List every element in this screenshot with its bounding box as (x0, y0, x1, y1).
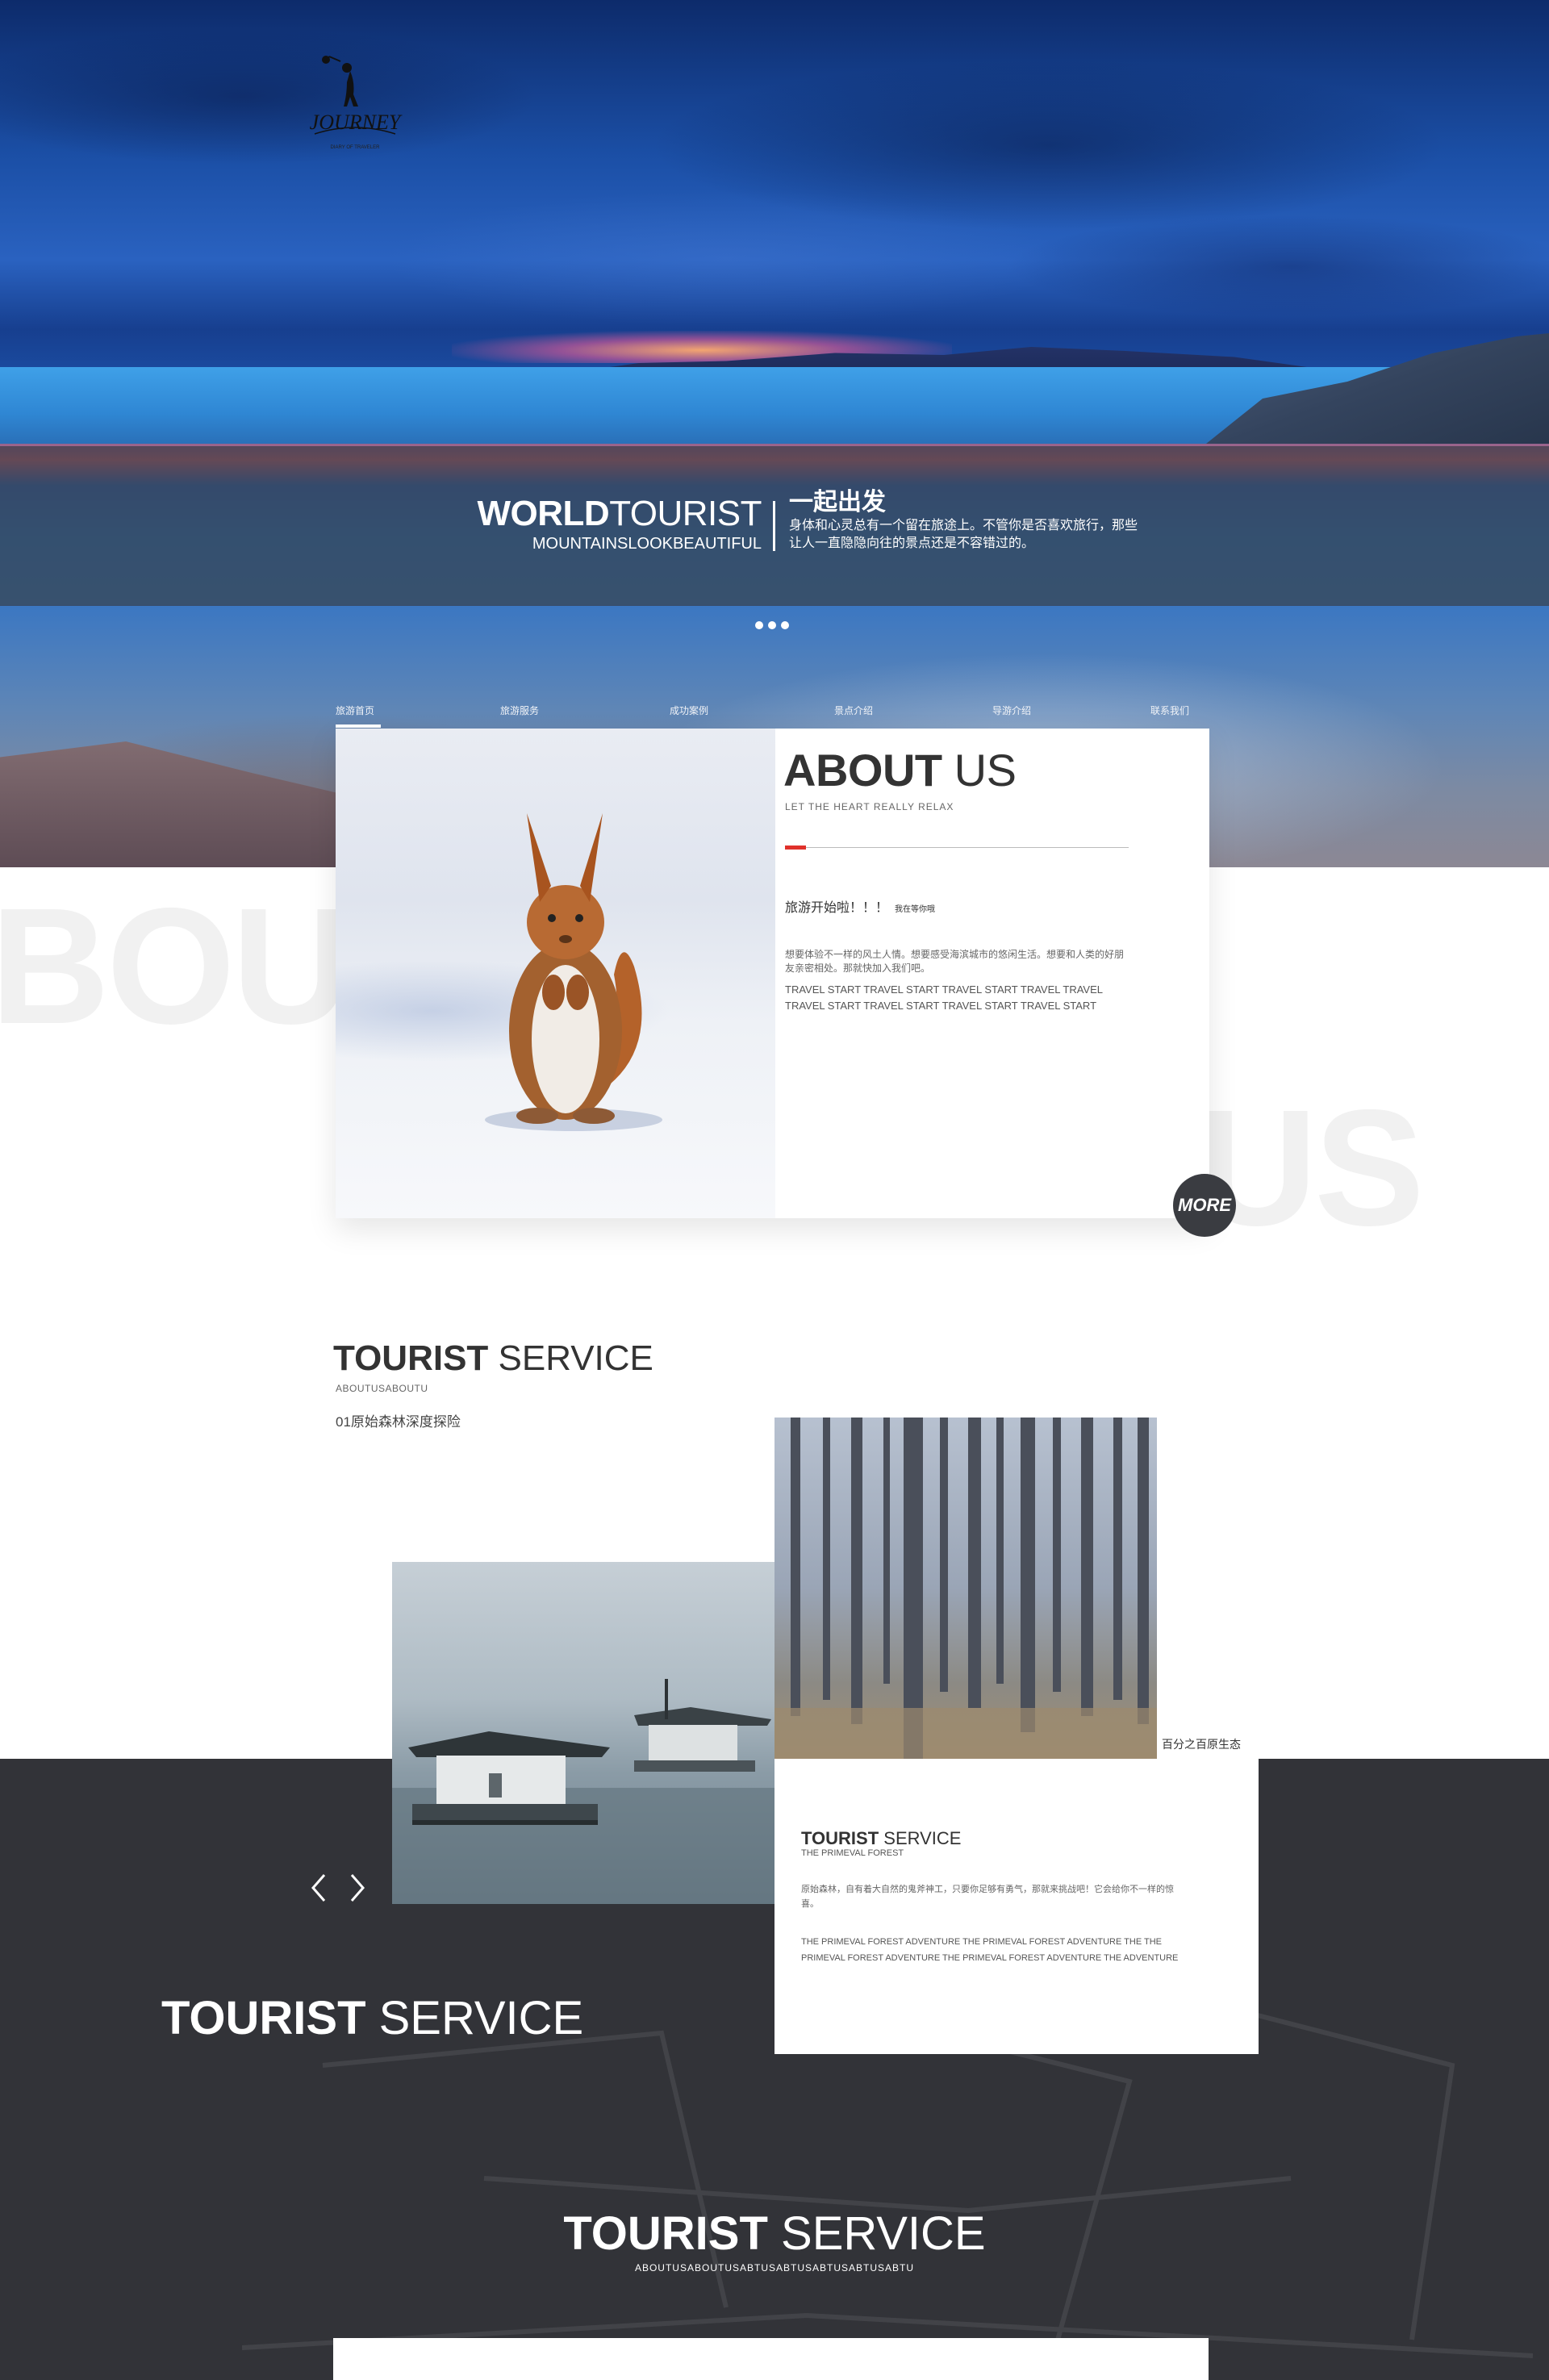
info-card-title-light: SERVICE (879, 1828, 962, 1848)
dark-title-2-light: SERVICE (767, 2207, 986, 2260)
about-heading-small: 我在等你哦 (895, 905, 936, 914)
more-button[interactable]: MORE (1173, 1174, 1236, 1237)
logo-tagline: DIARY OF TRAVELER (331, 145, 381, 150)
squirrel-photo (336, 729, 775, 1218)
next-arrow-button[interactable] (345, 1872, 370, 1904)
nav-item-contact[interactable]: 联系我们 (1150, 704, 1189, 717)
tourist-service-title-bold: TOURIST (333, 1338, 489, 1378)
nav-item-guides[interactable]: 导游介绍 (992, 704, 1031, 717)
about-title-bold: ABOUT (783, 745, 942, 795)
main-nav: 旅游首页 旅游服务 成功案例 景点介绍 导游介绍 联系我们 (336, 704, 1207, 728)
info-card-title: TOURIST SERVICE (801, 1828, 961, 1849)
slogan-cn-title: 一起出发 (789, 489, 886, 516)
dark-section-subtitle: ABOUTUSABOUTUSABTUSABTUSABTUSABTUSABTU (634, 2262, 915, 2274)
tourist-service-subtitle: ABOUTUSABOUTU (336, 1383, 428, 1394)
slogan-title: WORLDTOURIST (478, 495, 762, 533)
info-card-text-en: THE PRIMEVAL FOREST ADVENTURE THE PRIMEV… (801, 1937, 1179, 1963)
forest-caption: 百分之百原生态 (1162, 1738, 1241, 1751)
bg-word-right: US (1198, 1075, 1425, 1260)
lake-photo (392, 1562, 774, 1904)
nav-item-attractions[interactable]: 景点介绍 (834, 704, 873, 717)
lake-illustration (392, 1679, 774, 1904)
about-text-en: TRAVEL START TRAVEL START TRAVEL START T… (785, 983, 1103, 1012)
hero-clouds (0, 0, 1549, 347)
info-card-subtitle: THE PRIMEVAL FOREST (801, 1848, 904, 1858)
nav-item-home[interactable]: 旅游首页 (336, 704, 382, 728)
slider-dot[interactable] (755, 621, 763, 629)
chevron-left-icon (311, 1874, 326, 1902)
about-subtitle: LET THE HEART REALLY RELAX (785, 801, 954, 812)
carousel-arrows (307, 1872, 370, 1904)
about-title: ABOUT US (783, 745, 1017, 795)
chevron-right-icon (350, 1874, 365, 1902)
slogan-divider (773, 501, 775, 551)
forest-illustration (774, 1418, 1157, 1759)
service-info-card: TOURIST SERVICE THE PRIMEVAL FOREST 原始森林… (774, 1759, 1259, 2054)
logo-text: JOURNEY (310, 111, 403, 134)
about-heading-text: 旅游开始啦！！！ (785, 901, 889, 915)
prev-arrow-button[interactable] (307, 1872, 331, 1904)
info-card-title-bold: TOURIST (801, 1828, 879, 1848)
slider-dot[interactable] (781, 621, 789, 629)
slogan-cn-text: 身体和心灵总有一个留在旅途上。不管你是否喜欢旅行，那些让人一直隐隐向往的景点还是… (789, 519, 1138, 550)
tourist-service-title: TOURIST SERVICE (333, 1339, 653, 1378)
dark-title-1-bold: TOURIST (161, 1992, 366, 2044)
journey-logo-mark: JOURNEY DIARY OF TRAVELER (310, 56, 403, 150)
nav-item-cases[interactable]: 成功案例 (670, 704, 708, 717)
dark-title-2-bold: TOURIST (563, 2207, 768, 2260)
about-title-light: US (942, 745, 1017, 795)
forest-photo (774, 1418, 1157, 1759)
journey-logo[interactable]: JOURNEY DIARY OF TRAVELER (290, 50, 420, 163)
about-divider (785, 847, 1129, 848)
slogan-right: 一起出发 身体和心灵总有一个留在旅途上。不管你是否喜欢旅行，那些让人一直隐隐向往… (789, 488, 1144, 553)
about-heading: 旅游开始啦！！！ 我在等你哦 (785, 896, 935, 916)
bottom-card (333, 2338, 1209, 2380)
squirrel-illustration (485, 813, 662, 1131)
dark-section-title-1: TOURIST SERVICE (161, 1991, 583, 2045)
slider-dots (755, 621, 789, 629)
nav-item-services[interactable]: 旅游服务 (500, 704, 539, 717)
slogan-title-light: TOURIST (609, 494, 762, 533)
slogan-left: WORLDTOURIST MOUNTAINSLOOKBEAUTIFUL (478, 495, 762, 553)
slogan-title-bold: WORLD (477, 494, 610, 533)
slogan-subtitle: MOUNTAINSLOOKBEAUTIFUL (532, 535, 762, 553)
about-card: ABOUT US LET THE HEART REALLY RELAX 旅游开始… (336, 729, 1209, 1218)
about-divider-accent (785, 846, 806, 850)
about-text-cn: 想要体验不一样的风土人情。想要感受海滨城市的悠闲生活。想要和人类的好朋友亲密相处… (785, 949, 1125, 974)
info-card-text-cn: 原始森林，自有着大自然的鬼斧神工，只要你足够有勇气，那就来挑战吧！它会给你不一样… (801, 1885, 1174, 1909)
slider-dot[interactable] (768, 621, 776, 629)
dark-section-title-2: TOURIST SERVICE (0, 2207, 1549, 2261)
tourist-service-title-light: SERVICE (488, 1338, 653, 1378)
tourist-service-item[interactable]: 01原始森林深度探险 (336, 1410, 461, 1430)
dark-title-1-light: SERVICE (365, 1992, 584, 2044)
hero-slogan: WORLDTOURIST MOUNTAINSLOOKBEAUTIFUL 一起出发… (0, 446, 1549, 606)
